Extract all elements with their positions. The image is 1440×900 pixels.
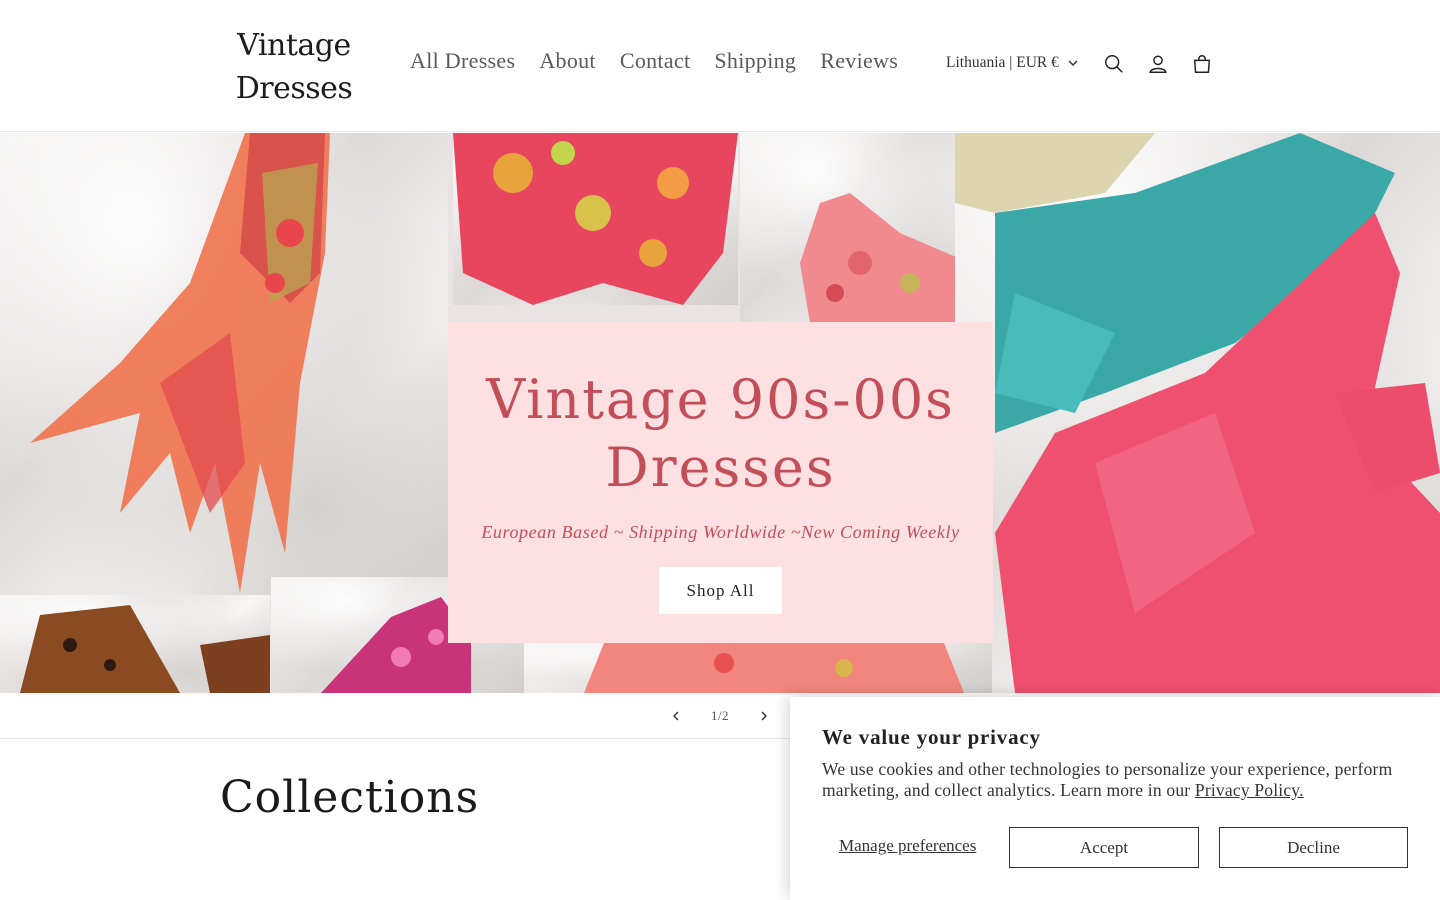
hero-image-sequin-dresses — [955, 133, 1440, 693]
chevron-left-icon — [673, 711, 679, 721]
slide-next-button[interactable] — [755, 707, 773, 725]
manage-preferences-link[interactable]: Manage preferences — [839, 836, 976, 856]
hero-image-leopard-slip — [0, 595, 270, 693]
hero-title: Vintage 90s-00s Dresses — [486, 368, 955, 499]
privacy-policy-link[interactable]: Privacy Policy. — [1195, 780, 1304, 800]
main-nav: All Dresses About Contact Shipping Revie… — [410, 48, 898, 74]
hero-image-pink-floral — [453, 133, 738, 305]
hero-text-box: Vintage 90s-00s Dresses European Based ~… — [448, 322, 993, 643]
nav-shipping[interactable]: Shipping — [714, 48, 796, 74]
nav-reviews[interactable]: Reviews — [820, 48, 898, 74]
cookie-title: We value your privacy — [822, 725, 1041, 749]
search-icon[interactable] — [1101, 51, 1127, 77]
hero-subtitle: European Based ~ Shipping Worldwide ~New… — [481, 522, 960, 542]
slide-previous-button[interactable] — [667, 707, 685, 725]
collections-heading: Collections — [220, 772, 480, 823]
nav-contact[interactable]: Contact — [620, 48, 691, 74]
account-icon[interactable] — [1145, 51, 1171, 77]
slide-counter: 1/2 — [710, 708, 730, 723]
site-logo[interactable]: Vintage Dresses — [226, 24, 362, 110]
cookie-text: We use cookies and other technologies to… — [822, 759, 1422, 801]
cookie-text-body: We use cookies and other technologies to… — [822, 759, 1393, 800]
cart-icon[interactable] — [1189, 51, 1215, 77]
decline-button[interactable]: Decline — [1219, 827, 1408, 868]
nav-about[interactable]: About — [539, 48, 596, 74]
hero-image-chiffon-bottom — [524, 643, 992, 693]
country-selector-label: Lithuania | EUR € — [946, 54, 1059, 71]
chevron-right-icon — [761, 711, 767, 721]
nav-all-dresses[interactable]: All Dresses — [410, 48, 515, 74]
hero-image-orange-dress — [0, 133, 448, 595]
site-header: Vintage Dresses All Dresses About Contac… — [0, 0, 1440, 132]
chevron-down-icon — [1068, 60, 1078, 67]
logo-line-1: Vintage — [237, 28, 351, 63]
shop-all-button[interactable]: Shop All — [659, 567, 782, 614]
cookie-banner: We value your privacy We use cookies and… — [790, 697, 1440, 900]
country-selector[interactable]: Lithuania | EUR € — [946, 54, 1079, 72]
accept-button[interactable]: Accept — [1009, 827, 1199, 868]
logo-line-2: Dresses — [235, 71, 353, 106]
hero-banner: Vintage 90s-00s Dresses European Based ~… — [0, 133, 1440, 693]
